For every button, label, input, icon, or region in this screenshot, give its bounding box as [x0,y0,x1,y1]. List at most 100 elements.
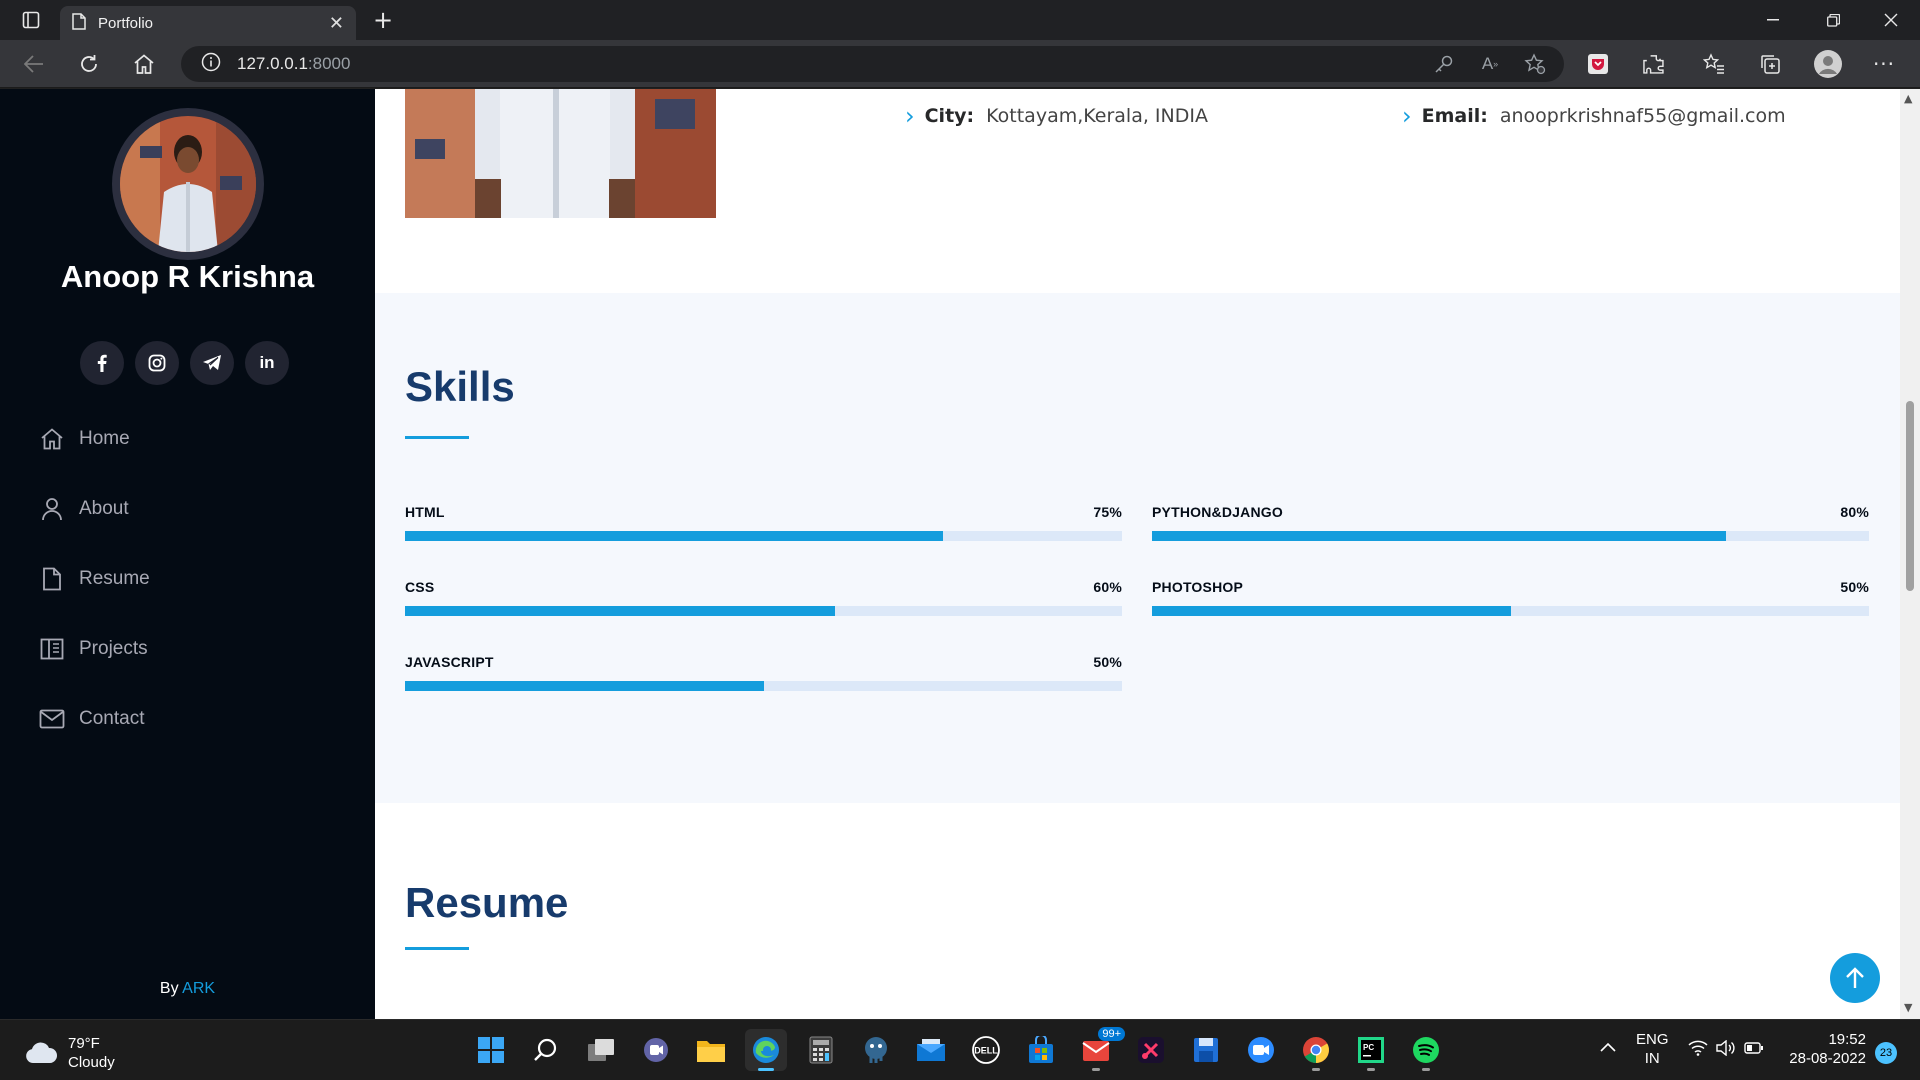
telegram-icon[interactable] [190,341,234,385]
progress-track [1152,531,1869,541]
new-tab-icon[interactable]: + [368,0,398,40]
restore-icon[interactable] [1810,0,1856,40]
info-city: › City: Kottayam,Kerala, INDIA [905,102,1208,130]
postgresql-icon[interactable] [855,1029,897,1071]
nav-item-about[interactable]: About [38,474,150,544]
video-app-icon[interactable] [1240,1029,1282,1071]
wifi-icon [1688,1040,1708,1056]
read-aloud-icon[interactable]: A» [1468,40,1512,88]
dell-icon[interactable]: DELL [965,1029,1007,1071]
language-indicator[interactable]: ENG IN [1636,1030,1669,1068]
cloud-icon [26,1042,58,1063]
footer-link[interactable]: ARK [182,980,215,997]
progress-bar [405,531,943,541]
skill-percent: 60% [1093,579,1122,595]
tab-portfolio[interactable]: Portfolio ✕ [60,6,356,40]
battery-icon [1744,1042,1763,1054]
nav-label-resume: Resume [79,568,150,589]
linkedin-label: in [259,353,275,372]
chevron-up-icon[interactable] [1600,1038,1616,1057]
skill-name: PHOTOSHOP [1152,579,1244,595]
skill-percent: 80% [1840,504,1869,520]
microsoft-store-icon[interactable] [1020,1029,1062,1071]
nav-item-home[interactable]: Home [38,404,150,474]
page-scrollbar[interactable]: ▲ ▼ [1900,89,1920,1019]
mail-icon[interactable] [910,1029,952,1071]
volume-icon [1716,1040,1735,1056]
edge-browser-icon[interactable] [745,1029,787,1071]
snipping-icon[interactable] [1130,1029,1172,1071]
pocket-extension-icon[interactable] [1576,40,1620,88]
gmail-icon[interactable]: 99+ [1075,1027,1125,1071]
back-icon[interactable] [12,40,56,88]
nav-item-projects[interactable]: Projects [38,614,150,684]
skill-name: CSS [405,579,435,595]
book-icon [38,635,66,663]
profile-name: Anoop R Krishna [60,259,315,294]
extensions-icon[interactable] [1632,40,1676,88]
running-indicator [1422,1068,1430,1071]
refresh-icon[interactable] [67,40,111,88]
clock-date: 28-08-2022 [1789,1050,1866,1067]
notification-badge[interactable]: 23 [1875,1042,1897,1064]
calculator-icon[interactable] [800,1029,842,1071]
favorites-icon[interactable] [1692,40,1736,88]
spotify-icon[interactable] [1405,1029,1447,1071]
search-icon[interactable] [525,1029,567,1071]
weather-temperature: 79°F [68,1035,100,1052]
teams-chat-icon[interactable] [635,1029,677,1071]
profile-photo [120,116,256,252]
close-window-icon[interactable] [1868,0,1914,40]
pycharm-icon[interactable]: PC [1350,1029,1392,1071]
arrow-up-icon [1846,967,1864,988]
taskbar-apps: DELL 99+ PC [470,1027,1447,1071]
close-tab-icon[interactable]: ✕ [329,13,344,34]
home-icon [38,425,66,453]
save-app-icon[interactable] [1185,1029,1227,1071]
collections-icon[interactable] [1748,40,1792,88]
nav-menu: Home About Resume Projects Contact [38,404,150,754]
address-bar[interactable]: 127.0.0.1:8000 [181,46,1564,82]
about-photo [405,89,716,218]
more-menu-icon[interactable]: ··· [1862,40,1906,88]
minimize-icon[interactable] [1750,0,1796,40]
scroll-thumb[interactable] [1906,401,1914,591]
favorite-star-icon[interactable] [1513,40,1557,88]
facebook-icon[interactable] [80,341,124,385]
instagram-icon[interactable] [135,341,179,385]
key-icon[interactable] [1422,40,1466,88]
back-to-top-button[interactable] [1830,953,1880,1003]
svg-text:PC: PC [1363,1043,1374,1052]
skill-css: CSS 60% [405,579,1122,616]
clock[interactable]: 19:52 28-08-2022 [1786,1030,1866,1068]
url-text[interactable]: 127.0.0.1:8000 [237,54,350,74]
chrome-icon[interactable] [1295,1029,1337,1071]
scroll-down-arrow-icon[interactable]: ▼ [1904,1001,1912,1014]
system-tray-icons[interactable] [1688,1040,1764,1056]
nav-item-resume[interactable]: Resume [38,544,150,614]
browser-toolbar: 127.0.0.1:8000 A» ··· [0,40,1920,88]
email-value: anooprkrishnaf55@gmail.com [1499,105,1786,127]
skill-photoshop: PHOTOSHOP 50% [1152,579,1869,616]
skill-percent: 50% [1840,579,1869,595]
weather-widget[interactable]: 79°F Cloudy [24,1034,115,1072]
progress-track [405,531,1122,541]
social-links: in [80,341,289,385]
windows-start-icon[interactable] [470,1029,512,1071]
url-host: 127.0.0.1 [237,54,308,73]
info-icon[interactable] [201,52,221,76]
nav-label-about: About [79,498,129,519]
profile-avatar-icon[interactable] [1806,40,1850,88]
running-indicator [1092,1068,1100,1071]
linkedin-icon[interactable]: in [245,341,289,385]
scroll-up-arrow-icon[interactable]: ▲ [1904,92,1912,105]
skills-title-underline [405,436,469,439]
home-browser-icon[interactable] [122,40,166,88]
progress-track [405,681,1122,691]
tab-actions-icon[interactable] [16,0,46,40]
nav-item-contact[interactable]: Contact [38,684,150,754]
task-view-icon[interactable] [580,1029,622,1071]
progress-track [1152,606,1869,616]
chevron-right-icon: › [1402,102,1412,130]
file-explorer-icon[interactable] [690,1029,732,1071]
